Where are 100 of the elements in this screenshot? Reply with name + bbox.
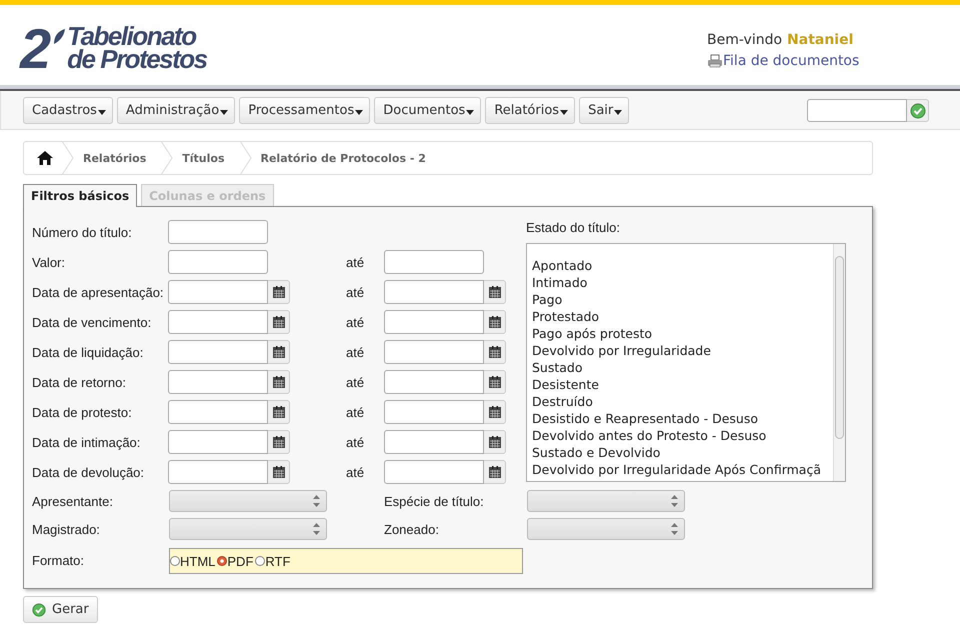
calendar-button[interactable]: [484, 370, 506, 394]
date-field[interactable]: [384, 340, 484, 364]
menu-button[interactable]: Processamentos: [239, 97, 370, 124]
date-field[interactable]: [168, 370, 268, 394]
status-listbox[interactable]: [526, 243, 846, 482]
calendar-icon: [272, 316, 284, 328]
list-option[interactable]: Devolvido por Irregularidade: [532, 342, 833, 359]
search-field[interactable]: [807, 99, 907, 122]
radio-option[interactable]: PDF: [217, 554, 254, 568]
generate-button[interactable]: Gerar: [23, 596, 98, 623]
calendar-button[interactable]: [268, 370, 290, 394]
caret-icon: [220, 110, 228, 114]
field-label: Data de retorno:: [32, 374, 127, 390]
range-label: até: [346, 254, 366, 270]
date-field[interactable]: [384, 310, 484, 334]
calendar-button[interactable]: [484, 400, 506, 424]
range-label: até: [346, 434, 366, 450]
user-name: Nataniel: [787, 32, 854, 48]
list-option[interactable]: Desistido e Reapresentado - Desuso: [532, 410, 833, 427]
date-field[interactable]: [384, 460, 484, 484]
calendar-button[interactable]: [484, 430, 506, 454]
date-field[interactable]: [384, 280, 484, 304]
range-label: até: [346, 464, 366, 480]
list-option[interactable]: Devolvido por Irregularidade Após Confirmaçã: [532, 461, 833, 478]
calendar-button[interactable]: [484, 280, 506, 304]
breadcrumb-link[interactable]: Títulos: [182, 152, 224, 164]
menu-button[interactable]: Documentos: [374, 97, 482, 124]
date-field[interactable]: [168, 310, 268, 334]
field-label: Data de protesto:: [32, 404, 133, 420]
menu-button[interactable]: Administração: [116, 97, 236, 124]
select-field[interactable]: [169, 490, 327, 512]
caret-icon: [98, 110, 106, 114]
leaf-icon: [54, 29, 66, 44]
date-field[interactable]: [168, 400, 268, 424]
calendar-icon: [488, 466, 500, 478]
menu-button[interactable]: Sair: [579, 97, 630, 124]
date-field[interactable]: [168, 460, 268, 484]
date-field[interactable]: [168, 340, 268, 364]
menu-button[interactable]: Relatórios: [485, 97, 576, 124]
field-label: Data de liquidação:: [32, 344, 144, 360]
breadcrumb-link[interactable]: Relatório de Protocolos - 2: [260, 152, 426, 164]
calendar-button[interactable]: [484, 340, 506, 364]
calendar-button[interactable]: [268, 280, 290, 304]
field-label: Estado do título:: [526, 220, 621, 235]
list-option[interactable]: Sustado e Devolvido: [532, 444, 833, 461]
list-option[interactable]: Destruído: [532, 393, 833, 410]
check-icon: [32, 602, 46, 616]
menu-button[interactable]: Cadastros: [23, 97, 113, 124]
date-field[interactable]: [168, 430, 268, 454]
calendar-icon: [272, 286, 284, 298]
field-label: Apresentante:: [32, 494, 114, 508]
printer-icon: [707, 54, 723, 68]
select-field[interactable]: [527, 490, 685, 512]
tab[interactable]: Filtros básicos: [23, 184, 138, 207]
list-option[interactable]: Pago após protesto: [532, 325, 833, 342]
documents-link[interactable]: Fila de documentos: [723, 53, 860, 69]
range-label: até: [346, 284, 366, 300]
field-label: Formato:: [32, 552, 86, 568]
list-option[interactable]: Protestado: [532, 308, 833, 325]
calendar-button[interactable]: [268, 340, 290, 364]
field-label: Magistrado:: [32, 522, 101, 536]
select-field[interactable]: [169, 518, 327, 540]
calendar-button[interactable]: [268, 310, 290, 334]
calendar-button[interactable]: [268, 430, 290, 454]
calendar-icon: [488, 316, 500, 328]
radio-option[interactable]: HTML: [170, 554, 216, 568]
date-field[interactable]: [168, 280, 268, 304]
list-option[interactable]: Sustado: [532, 359, 833, 376]
select-field[interactable]: [527, 518, 685, 540]
date-field[interactable]: [384, 370, 484, 394]
breadcrumb-link[interactable]: Relatórios: [83, 152, 146, 164]
field-label: Data de intimação:: [32, 434, 142, 450]
input-field[interactable]: [384, 250, 484, 274]
range-label: até: [346, 404, 366, 420]
scrollbar[interactable]: [833, 244, 845, 481]
list-option[interactable]: Apontado: [532, 257, 833, 274]
calendar-button[interactable]: [484, 460, 506, 484]
list-option[interactable]: Intimado: [532, 274, 833, 291]
list-option[interactable]: Devolvido antes do Protesto - Desuso: [532, 427, 833, 444]
input-field[interactable]: [168, 250, 268, 274]
calendar-button[interactable]: [268, 460, 290, 484]
date-field[interactable]: [384, 430, 484, 454]
field-label: Valor:: [32, 254, 66, 270]
spinner-arrows-icon: [671, 523, 678, 535]
calendar-icon: [488, 406, 500, 418]
logo-numeral: 2: [20, 25, 52, 73]
calendar-icon: [488, 376, 500, 388]
calendar-icon: [488, 436, 500, 448]
date-field[interactable]: [384, 400, 484, 424]
list-option[interactable]: Pago: [532, 291, 833, 308]
radio-option[interactable]: RTF: [255, 554, 290, 568]
calendar-icon: [272, 346, 284, 358]
spinner-arrows-icon: [313, 523, 320, 535]
go-button[interactable]: [907, 99, 929, 122]
calendar-button[interactable]: [268, 400, 290, 424]
range-label: até: [346, 344, 366, 360]
input-field[interactable]: [168, 220, 268, 244]
list-option[interactable]: Desistente: [532, 376, 833, 393]
calendar-button[interactable]: [484, 310, 506, 334]
home-icon[interactable]: [37, 151, 53, 165]
